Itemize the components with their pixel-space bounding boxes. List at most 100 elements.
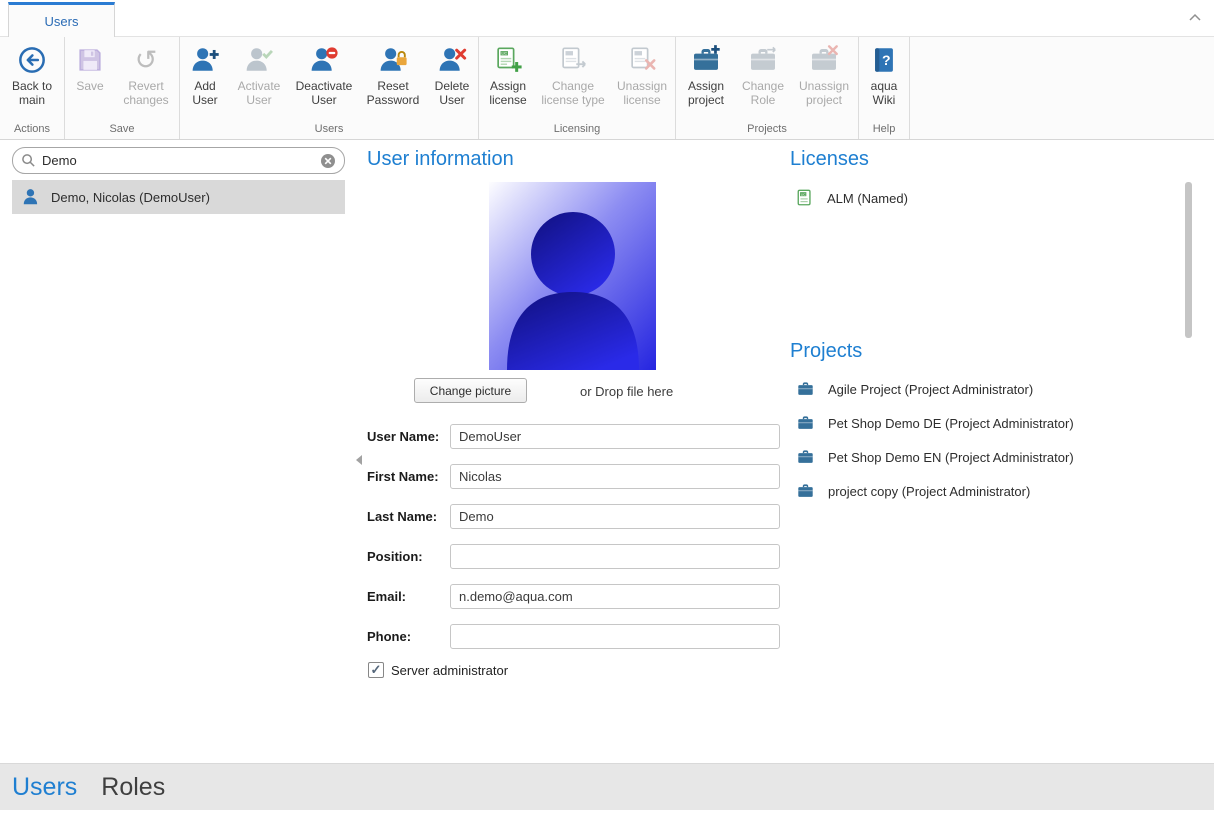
- footer-tab-roles[interactable]: Roles: [101, 773, 165, 802]
- deactivate-user-icon: [309, 43, 339, 76]
- ribbon-group-help: ? aqua Wiki Help: [859, 37, 910, 139]
- add-user-button[interactable]: Add User: [183, 40, 227, 110]
- projects-list: Agile Project (Project Administrator) Pe…: [796, 372, 1074, 508]
- delete-user-icon: [437, 43, 467, 76]
- ribbon-group-projects: Assign project Change Role: [676, 37, 859, 139]
- briefcase-icon: [796, 482, 815, 500]
- project-list-item[interactable]: Agile Project (Project Administrator): [796, 372, 1074, 406]
- activate-user-button[interactable]: Activate User: [231, 40, 287, 110]
- email-label: Email:: [367, 584, 450, 609]
- unassign-license-button[interactable]: Unassign license: [612, 40, 672, 110]
- footer-tab-users[interactable]: Users: [12, 773, 77, 802]
- button-label: Unassign license: [614, 79, 670, 107]
- license-item-label: ALM (Named): [827, 191, 908, 206]
- ribbon-group-actions: Back to main Actions: [0, 37, 65, 139]
- change-license-type-icon: [558, 43, 588, 76]
- avatar: [489, 182, 656, 370]
- save-button[interactable]: Save: [68, 40, 112, 96]
- server-administrator-checkbox[interactable]: ✓: [368, 662, 384, 678]
- user-name-label: User Name:: [367, 424, 450, 449]
- ribbon-group-licensing: LIC Assign license: [479, 37, 676, 139]
- phone-label: Phone:: [367, 624, 450, 649]
- licenses-title: Licenses: [790, 148, 869, 171]
- briefcase-icon: [796, 414, 815, 432]
- svg-text:LIC: LIC: [801, 192, 807, 196]
- change-role-button[interactable]: Change Role: [737, 40, 789, 110]
- first-name-label: First Name:: [367, 464, 450, 489]
- unassign-license-icon: [627, 43, 657, 76]
- user-form: User Name: First Name: Last Name: Positi…: [367, 424, 782, 664]
- search-input[interactable]: [42, 153, 320, 168]
- deactivate-user-button[interactable]: Deactivate User: [291, 40, 357, 110]
- svg-text:?: ?: [882, 52, 891, 68]
- assign-project-button[interactable]: Assign project: [679, 40, 733, 110]
- tab-users[interactable]: Users: [8, 2, 115, 37]
- revert-icon: ↺: [135, 43, 158, 76]
- reset-password-button[interactable]: Reset Password: [361, 40, 425, 110]
- button-label: aqua Wiki: [864, 79, 904, 107]
- svg-text:LIC: LIC: [501, 51, 507, 55]
- button-label: Change license type: [540, 79, 606, 107]
- button-label: Add User: [185, 79, 225, 107]
- project-item-label: project copy (Project Administrator): [828, 484, 1030, 499]
- button-label: Save: [76, 79, 103, 93]
- aqua-wiki-button[interactable]: ? aqua Wiki: [862, 40, 906, 110]
- change-license-type-button[interactable]: Change license type: [538, 40, 608, 110]
- unassign-project-icon: [809, 43, 839, 76]
- aqua-wiki-icon: ?: [869, 43, 899, 76]
- ribbon-group-label: Actions: [1, 122, 63, 139]
- button-label: Reset Password: [363, 79, 423, 107]
- clear-search-button[interactable]: [320, 153, 336, 169]
- reset-password-icon: [378, 43, 408, 76]
- first-name-input[interactable]: [450, 464, 780, 489]
- change-picture-button[interactable]: Change picture: [414, 378, 527, 403]
- back-to-main-button[interactable]: Back to main: [3, 40, 61, 110]
- project-list-item[interactable]: project copy (Project Administrator): [796, 474, 1074, 508]
- button-label: Delete User: [431, 79, 473, 107]
- user-list-item-label: Demo, Nicolas (DemoUser): [51, 190, 210, 205]
- unassign-project-button[interactable]: Unassign project: [793, 40, 855, 110]
- button-label: Back to main: [5, 79, 59, 107]
- server-administrator-label: Server administrator: [391, 663, 508, 678]
- assign-project-icon: [691, 43, 721, 76]
- activate-user-icon: [244, 43, 274, 76]
- collapse-panel-arrow-icon[interactable]: [356, 455, 362, 465]
- license-list-item[interactable]: LIC ALM (Named): [796, 181, 908, 215]
- project-item-label: Agile Project (Project Administrator): [828, 382, 1033, 397]
- briefcase-icon: [796, 380, 815, 398]
- ribbon-group-save: Save ↺ Revert changes Save: [65, 37, 180, 139]
- license-icon: LIC: [796, 189, 814, 207]
- project-list-item[interactable]: Pet Shop Demo DE (Project Administrator): [796, 406, 1074, 440]
- user-list-item[interactable]: Demo, Nicolas (DemoUser): [12, 180, 345, 214]
- user-information-title: User information: [367, 148, 514, 171]
- ribbon-group-label: Help: [860, 122, 908, 139]
- position-label: Position:: [367, 544, 450, 569]
- project-list-item[interactable]: Pet Shop Demo EN (Project Administrator): [796, 440, 1074, 474]
- collapse-ribbon-icon[interactable]: [1188, 9, 1202, 27]
- email-input[interactable]: [450, 584, 780, 609]
- ribbon: Back to main Actions Save ↺: [0, 36, 1214, 140]
- user-name-input[interactable]: [450, 424, 780, 449]
- assign-license-button[interactable]: LIC Assign license: [482, 40, 534, 110]
- project-item-label: Pet Shop Demo EN (Project Administrator): [828, 450, 1074, 465]
- tab-strip: Users: [0, 0, 1214, 36]
- briefcase-icon: [796, 448, 815, 466]
- ribbon-group-label: Licensing: [480, 122, 674, 139]
- drop-file-hint: or Drop file here: [580, 384, 673, 399]
- project-item-label: Pet Shop Demo DE (Project Administrator): [828, 416, 1074, 431]
- delete-user-button[interactable]: Delete User: [429, 40, 475, 110]
- button-label: Deactivate User: [293, 79, 355, 107]
- phone-input[interactable]: [450, 624, 780, 649]
- checkmark-icon: ✓: [371, 662, 382, 678]
- user-search-box: [12, 147, 345, 174]
- back-icon: [17, 43, 47, 76]
- assign-license-icon: LIC: [493, 43, 523, 76]
- last-name-input[interactable]: [450, 504, 780, 529]
- position-input[interactable]: [450, 544, 780, 569]
- save-icon: [75, 43, 105, 76]
- scrollbar-thumb[interactable]: [1185, 182, 1192, 338]
- ribbon-group-users: Add User Activate User: [180, 37, 479, 139]
- footer-bar: Users Roles: [0, 763, 1214, 810]
- button-label: Revert changes: [118, 79, 174, 107]
- revert-changes-button[interactable]: ↺ Revert changes: [116, 40, 176, 110]
